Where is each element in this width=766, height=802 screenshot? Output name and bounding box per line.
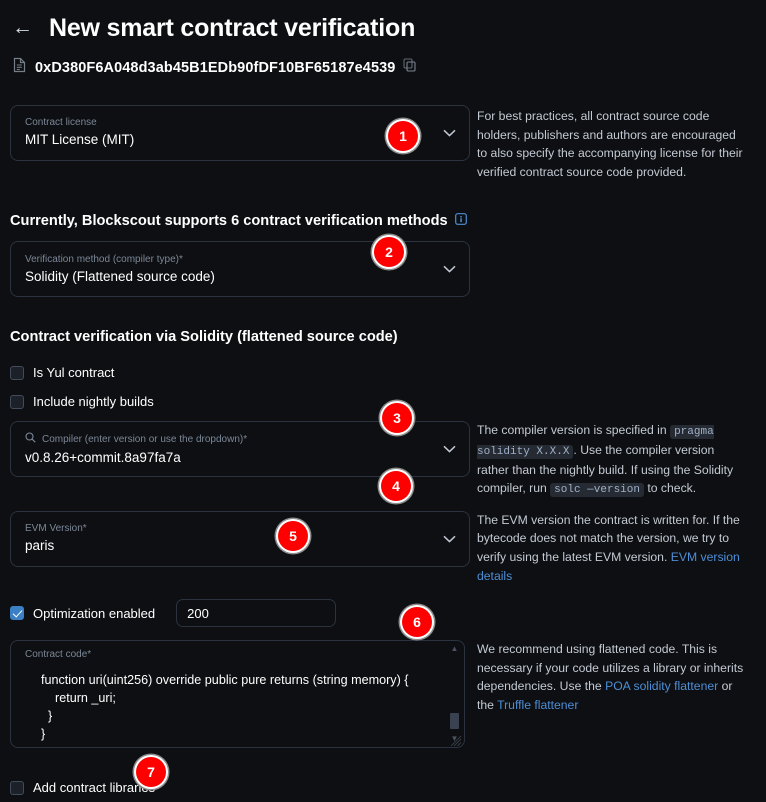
search-icon: [25, 432, 36, 447]
optimization-enabled-checkbox[interactable]: [10, 606, 24, 621]
compiler-help-part1: The compiler version is specified in: [477, 423, 671, 438]
add-libraries-row[interactable]: Add contract libraries: [0, 780, 470, 795]
is-yul-label: Is Yul contract: [33, 365, 115, 381]
optimization-enabled-label: Optimization enabled: [33, 605, 156, 621]
evm-version-label: EVM Version*: [25, 523, 87, 535]
marker-6: 6: [402, 607, 432, 637]
chevron-down-icon: [443, 260, 456, 278]
solidity-heading: Contract verification via Solidity (flat…: [10, 329, 398, 346]
arrow-left-icon[interactable]: ←: [10, 15, 35, 43]
add-contract-libraries-checkbox[interactable]: [10, 780, 24, 795]
compiler-version-label: Compiler (enter version or use the dropd…: [42, 433, 248, 445]
optimization-runs-input[interactable]: [176, 599, 337, 628]
contract-code-value: function uri(uint256) override public pu…: [41, 673, 409, 741]
contract-address: 0xD380F6A048d3ab45B1EDb90fDF10BF65187e45…: [35, 59, 396, 76]
methods-heading-text: Currently, Blockscout supports 6 contrac…: [10, 213, 448, 230]
is-yul-checkbox[interactable]: [10, 365, 24, 380]
contract-code-row: Contract code* function uri(uint256) ove…: [0, 640, 766, 749]
page-title: New smart contract verification: [49, 14, 416, 42]
info-icon[interactable]: [454, 213, 467, 229]
is-yul-row[interactable]: Is Yul contract: [0, 365, 470, 380]
contract-code-textarea[interactable]: Contract code* function uri(uint256) ove…: [10, 640, 465, 749]
chevron-down-icon: [443, 124, 456, 142]
license-help-text: For best practices, all contract source …: [477, 109, 743, 179]
chevron-down-icon: [443, 440, 456, 458]
include-nightly-builds-checkbox[interactable]: [10, 394, 24, 409]
contract-license-value: MIT License (MIT): [25, 132, 135, 148]
truffle-flattener-link[interactable]: Truffle flattener: [497, 698, 578, 712]
marker-7: 7: [136, 757, 166, 787]
contract-code-scrollbar[interactable]: ▲ ▼: [449, 645, 460, 743]
resize-grip-icon[interactable]: [450, 734, 462, 747]
compiler-help-code2: solc —version: [550, 483, 644, 498]
solidity-heading-wrap: Contract verification via Solidity (flat…: [0, 329, 470, 345]
compiler-help-part3: to check.: [643, 481, 697, 496]
chevron-down-icon: [443, 530, 456, 548]
license-row: Contract license MIT License (MIT) For b…: [0, 105, 766, 181]
scrollbar-track[interactable]: [449, 653, 460, 735]
poa-solidity-flattener-link[interactable]: POA solidity flattener: [605, 679, 718, 693]
marker-3: 3: [382, 403, 412, 433]
contract-address-row: 0xD380F6A048d3ab45B1EDb90fDF10BF65187e45…: [0, 43, 766, 78]
document-icon: [12, 57, 27, 78]
evm-version-select[interactable]: EVM Version* paris: [10, 510, 470, 567]
methods-heading-wrap: Currently, Blockscout supports 6 contrac…: [0, 213, 470, 229]
marker-5: 5: [278, 521, 308, 551]
methods-heading: Currently, Blockscout supports 6 contrac…: [10, 213, 470, 229]
marker-2: 2: [374, 237, 404, 267]
evm-help-text: The EVM version the contract is written …: [470, 511, 756, 585]
contract-code-label: Contract code*: [25, 649, 92, 661]
evm-row: EVM Version* paris The EVM version the c…: [0, 510, 766, 585]
copy-icon[interactable]: [403, 58, 417, 77]
evm-version-value: paris: [25, 538, 55, 554]
contract-code-col: Contract code* function uri(uint256) ove…: [0, 640, 470, 749]
include-nightly-builds-label: Include nightly builds: [33, 394, 154, 410]
compiler-version-value: v0.8.26+commit.8a97fa7a: [25, 450, 181, 466]
marker-4: 4: [381, 471, 411, 501]
verification-page: ← New smart contract verification 0xD380…: [0, 0, 766, 802]
add-contract-libraries-label: Add contract libraries: [33, 780, 156, 796]
optimization-row: Optimization enabled: [0, 599, 470, 628]
scrollbar-thumb[interactable]: [450, 713, 459, 730]
evm-col: EVM Version* paris: [0, 510, 470, 567]
contract-code-help-text: We recommend using flattened code. This …: [470, 640, 756, 714]
compiler-help-text: The compiler version is specified in pra…: [470, 421, 756, 499]
form-content: Contract license MIT License (MIT) For b…: [0, 105, 766, 802]
verification-method-label: Verification method (compiler type)*: [25, 253, 183, 265]
contract-license-label: Contract license: [25, 117, 97, 129]
marker-1: 1: [388, 121, 418, 151]
verification-method-value: Solidity (Flattened source code): [25, 268, 215, 284]
scroll-up-arrow-icon[interactable]: ▲: [451, 645, 459, 653]
page-header: ← New smart contract verification: [0, 0, 766, 43]
compiler-version-label-wrap: Compiler (enter version or use the dropd…: [25, 432, 425, 447]
